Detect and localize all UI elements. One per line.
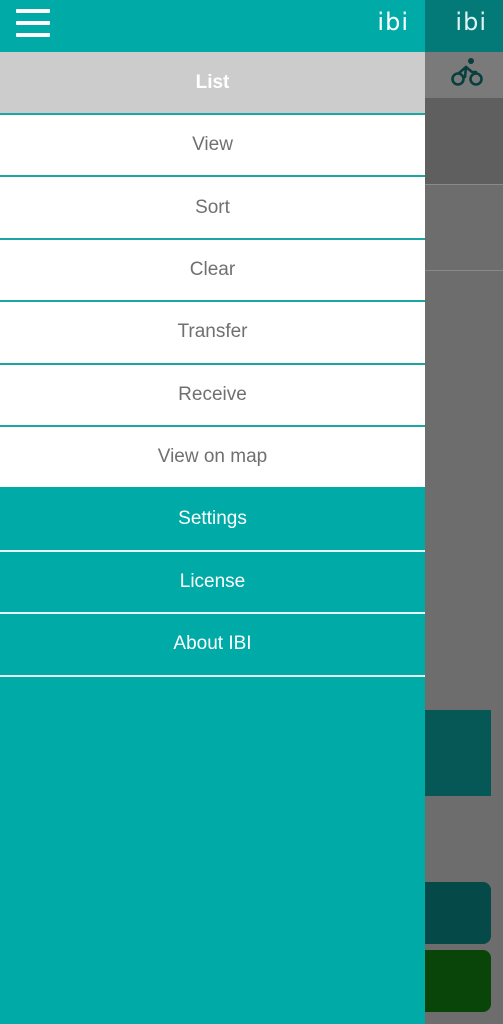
hamburger-icon[interactable] [16,8,50,40]
background-button [425,950,491,1012]
menu-item-clear[interactable]: Clear [0,237,425,301]
navigation-drawer: ibi List View Sort Clear Transfer Receiv… [0,0,425,1024]
background-panel [425,98,503,184]
background-divider [425,184,503,185]
menu-item-view-on-map[interactable]: View on map [0,424,425,488]
menu-item-settings[interactable]: Settings [0,487,425,550]
background-button [425,882,491,944]
drawer-menu: View Sort Clear Transfer Receive View on… [0,113,425,677]
menu-item-receive[interactable]: Receive [0,362,425,425]
background-divider [425,270,503,271]
drawer-header: ibi [0,0,425,52]
menu-item-view[interactable]: View [0,113,425,176]
menu-item-sort[interactable]: Sort [0,175,425,238]
hamburger-bar [16,9,50,13]
hamburger-bar [16,21,50,25]
menu-item-about[interactable]: About IBI [0,612,425,675]
app-logo: ibi [377,8,409,36]
section-header-list: List [0,52,425,113]
menu-divider [0,674,425,677]
background-card [425,710,491,796]
hamburger-bar [16,33,50,37]
menu-item-transfer[interactable]: Transfer [0,300,425,363]
bicycle-icon[interactable] [451,56,483,88]
menu-item-license[interactable]: License [0,549,425,613]
background-logo: ibi [455,8,487,36]
